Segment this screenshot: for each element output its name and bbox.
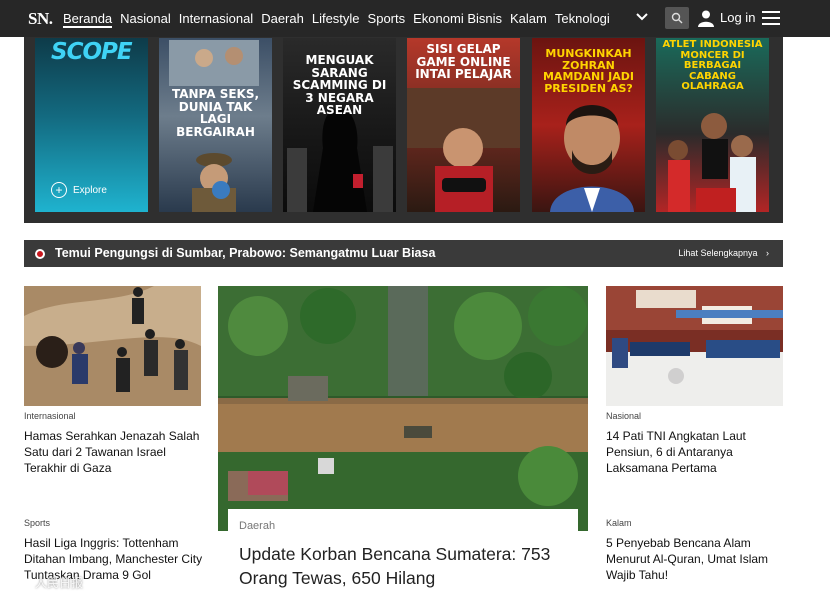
live-dot-icon	[35, 249, 45, 259]
article-category[interactable]: Sports	[24, 518, 50, 528]
explore-button[interactable]: + Explore	[51, 182, 107, 198]
search-icon	[671, 12, 683, 24]
watermark: 人民日报	[10, 574, 83, 591]
user-icon[interactable]	[697, 9, 715, 27]
ticker-headline[interactable]: Temui Pengungsi di Sumbar, Prabowo: Sema…	[55, 246, 435, 260]
main-article-photo	[218, 286, 588, 531]
article-category[interactable]: Kalam	[606, 518, 632, 528]
main-article-title[interactable]: Update Korban Bencana Sumatera: 753 Oran…	[239, 542, 569, 590]
article-category[interactable]: Nasional	[606, 411, 641, 421]
main-article-image[interactable]	[218, 286, 588, 531]
story-title: SISI GELAP GAME ONLINE INTAI PELAJAR	[415, 42, 512, 82]
nav-link-kalam[interactable]: Kalam	[510, 0, 547, 37]
breaking-news-ticker[interactable]: Temui Pengungsi di Sumbar, Prabowo: Sema…	[24, 240, 783, 267]
watermark-logo-icon	[10, 576, 30, 589]
nav-link-ekonomi-bisnis[interactable]: Ekonomi Bisnis	[413, 0, 502, 37]
login-link[interactable]: Log in	[720, 10, 755, 25]
article-title[interactable]: 14 Pati TNI Angkatan Laut Pensiun, 6 di …	[606, 428, 786, 476]
article-image[interactable]	[24, 286, 201, 406]
story-scope[interactable]: SCOPE + Explore	[35, 38, 148, 212]
plus-icon: +	[51, 182, 67, 198]
story-card[interactable]: MENGUAK SARANG SCAMMING DI 3 NEGARA ASEA…	[283, 38, 396, 212]
article-category[interactable]: Internasional	[24, 411, 76, 421]
nav-link-nasional[interactable]: Nasional	[120, 0, 171, 37]
watermark-text: 人民日报	[35, 576, 84, 590]
scope-logo: SCOPE	[51, 39, 133, 65]
see-more-link[interactable]: Lihat Selengkapnya ›	[678, 248, 769, 258]
explore-label: Explore	[73, 184, 107, 196]
nav-link-internasional[interactable]: Internasional	[179, 0, 253, 37]
nav-link-teknologi[interactable]: Teknologi	[555, 0, 610, 37]
chevron-down-icon[interactable]	[634, 9, 650, 25]
nav-links: Beranda Nasional Internasional Daerah Li…	[63, 0, 618, 37]
story-title: ATLET INDONESIA MONCER DI BERBAGAI CABAN…	[662, 39, 763, 92]
story-title: MUNGKINKAH ZOHRAN MAMDANI JADI PRESIDEN …	[542, 47, 634, 95]
stories-strip: SCOPE + Explore TANPA SEKS, DUNIA TAK LA…	[24, 37, 783, 223]
story-card[interactable]: MUNGKINKAH ZOHRAN MAMDANI JADI PRESIDEN …	[532, 38, 645, 212]
top-navbar: SN. Beranda Nasional Internasional Daera…	[0, 0, 830, 37]
article-image[interactable]	[606, 286, 783, 406]
main-article-category[interactable]: Daerah	[239, 520, 275, 532]
nav-link-daerah[interactable]: Daerah	[261, 0, 304, 37]
story-card[interactable]: TANPA SEKS, DUNIA TAK LAGI BERGAIRAH	[159, 38, 272, 212]
story-title: MENGUAK SARANG SCAMMING DI 3 NEGARA ASEA…	[292, 53, 387, 118]
hamburger-menu-icon[interactable]	[762, 11, 780, 25]
story-card[interactable]: SISI GELAP GAME ONLINE INTAI PELAJAR	[407, 38, 520, 212]
story-card[interactable]: ATLET INDONESIA MONCER DI BERBAGAI CABAN…	[656, 38, 769, 212]
site-logo[interactable]: SN.	[28, 9, 53, 29]
nav-link-lifestyle[interactable]: Lifestyle	[312, 0, 360, 37]
chevron-right-icon: ›	[766, 248, 769, 258]
article-photo	[24, 286, 201, 406]
search-button[interactable]	[665, 7, 689, 29]
article-title[interactable]: Hamas Serahkan Jenazah Salah Satu dari 2…	[24, 428, 204, 476]
see-more-label: Lihat Selengkapnya	[678, 248, 758, 258]
nav-link-beranda[interactable]: Beranda	[63, 0, 113, 37]
article-photo	[606, 286, 783, 406]
story-title: TANPA SEKS, DUNIA TAK LAGI BERGAIRAH	[171, 87, 260, 139]
nav-link-sports[interactable]: Sports	[368, 0, 406, 37]
article-title[interactable]: 5 Penyebab Bencana Alam Menurut Al-Quran…	[606, 535, 786, 583]
